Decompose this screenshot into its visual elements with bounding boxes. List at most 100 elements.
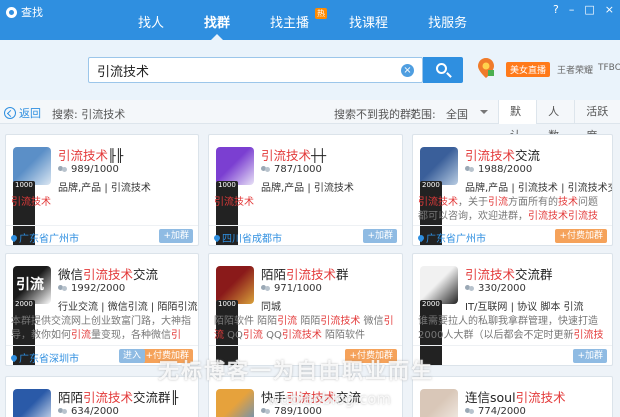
clear-icon[interactable]: × — [401, 64, 414, 77]
search-box: × — [88, 57, 423, 83]
member-count-text: 971/1000 — [274, 283, 322, 294]
back-button[interactable]: 返回 — [4, 105, 41, 121]
join-button[interactable]: +加群 — [573, 349, 607, 363]
watermark: 无标博客一为自由职业而生 — [158, 359, 434, 383]
tab-find-course[interactable]: 找课程 — [329, 14, 408, 40]
group-title[interactable]: 引流技术┼┼ — [261, 145, 326, 164]
group-card[interactable]: 2000 引流技术交流群 330/2000 IT/互联网 | 协议 脚本 引流 谁需要拉… — [412, 253, 613, 366]
group-card[interactable]: 2000 引流技术交流 1988/2000 品牌,产品 | 引流技术 | 引流技术交.… — [412, 134, 613, 246]
group-title[interactable]: 连信soul引流技术 — [465, 387, 566, 406]
minimize-icon[interactable]: – — [569, 3, 575, 16]
promo-link-1[interactable]: 王者荣耀 — [557, 63, 593, 76]
promo-link-2[interactable]: TFBOYS — [598, 63, 620, 73]
member-count-text: 1988/2000 — [478, 164, 533, 175]
group-title[interactable]: 陌陌引流技术交流群╟ — [58, 387, 178, 406]
pay-join-button[interactable]: +付费加群 — [555, 229, 607, 243]
member-count-text: 1992/2000 — [71, 283, 126, 294]
range-select[interactable]: 全国 — [446, 106, 468, 122]
title-suffix: 群 — [336, 267, 349, 282]
title-keyword: 引流技术 — [465, 148, 516, 163]
people-icon — [465, 407, 475, 416]
group-avatar[interactable] — [216, 389, 254, 417]
desc-fragment: 引流技术 — [418, 197, 458, 208]
title-keyword: 引流技术 — [515, 390, 566, 405]
group-avatar[interactable] — [420, 389, 458, 417]
tab-find-anchor[interactable]: 找主播热 — [250, 8, 329, 40]
desc-fragment: 引流技术 — [11, 197, 51, 208]
group-avatar[interactable] — [216, 147, 254, 185]
group-tags: 行业交流 | 微信引流 | 陌陌引流 | 引... — [58, 302, 198, 313]
people-icon — [261, 407, 271, 416]
title-prefix: 陌陌 — [261, 267, 287, 282]
group-avatar[interactable] — [420, 147, 458, 185]
people-icon — [261, 165, 271, 174]
map-pin-icon[interactable] — [477, 57, 495, 79]
group-card[interactable]: 连信soul引流技术 774/2000 — [412, 376, 613, 417]
group-avatar[interactable]: 引流 — [13, 266, 51, 304]
back-arrow-icon — [4, 107, 16, 119]
location-pin-icon — [9, 353, 19, 362]
tab-find-people[interactable]: 找人 — [118, 14, 184, 40]
main-nav: 找人 找群 找主播热 找课程 找服务 — [118, 8, 487, 40]
title-keyword: 引流技术 — [58, 148, 109, 163]
join-button[interactable]: +加群 — [363, 229, 397, 243]
tab-find-group[interactable]: 找群 — [184, 14, 250, 40]
location-text: 广东省深圳市 — [19, 354, 79, 365]
member-count-text: 774/2000 — [478, 406, 526, 417]
sort-activity[interactable]: 活跃度 — [574, 100, 620, 142]
group-title[interactable]: 引流技术╟╟ — [58, 145, 123, 164]
desc-fragment: 陌陌 — [297, 316, 321, 327]
member-count: 774/2000 — [465, 406, 526, 417]
title-keyword: 引流技术 — [286, 267, 337, 282]
app-title: 查找 — [6, 4, 43, 20]
group-title[interactable]: 微信引流技术交流 — [58, 264, 158, 283]
desc-fragment: 方面所有的 — [508, 197, 558, 208]
title-suffix: 交流 — [515, 148, 541, 163]
group-avatar[interactable] — [216, 266, 254, 304]
group-title[interactable]: 引流技术交流 — [465, 145, 540, 164]
help-icon[interactable]: ? — [553, 3, 559, 16]
close-icon[interactable]: × — [605, 3, 614, 16]
promo-badge[interactable]: 美女直播 — [506, 62, 551, 77]
group-card[interactable]: 1000 引流技术╟╟ 989/1000 品牌,产品 | 引流技术 引流技术 广东省广州市… — [5, 134, 199, 246]
sort-default[interactable]: 默认 — [498, 100, 537, 142]
watermark-url: wubiaoblog.com — [268, 390, 392, 408]
maximize-icon[interactable]: □ — [584, 3, 594, 16]
avatar-text: 引流 — [16, 277, 44, 293]
people-icon — [58, 284, 68, 293]
join-button[interactable]: +加群 — [159, 229, 193, 243]
group-card[interactable]: 引流 2000 微信引流技术交流 1992/2000 行业交流 | 微信引流 | 陌陌引… — [5, 253, 199, 366]
sort-members[interactable]: 人数 — [536, 100, 574, 142]
tab-find-service[interactable]: 找服务 — [408, 14, 487, 40]
tab-label: 找主播 — [270, 16, 310, 31]
title-prefix: 微信 — [58, 267, 84, 282]
desc-fragment: QQ — [262, 330, 282, 341]
chevron-down-icon[interactable] — [480, 110, 488, 114]
member-count-text: 989/1000 — [71, 164, 119, 175]
member-count: 989/1000 — [58, 164, 119, 175]
group-tags: 品牌,产品 | 引流技术 — [261, 183, 354, 194]
top-bar: 查找 找人 找群 找主播热 找课程 找服务 ? – □ × — [0, 0, 620, 40]
not-found-link[interactable]: 搜索不到我的群? — [334, 106, 417, 122]
enter-button[interactable]: 进入 — [118, 349, 145, 363]
tab-label: 找人 — [138, 16, 165, 31]
group-card[interactable]: 1000 引流技术┼┼ 787/1000 品牌,产品 | 引流技术 引流技术 四川省成都市… — [208, 134, 403, 246]
people-icon — [261, 284, 271, 293]
group-tags: 品牌,产品 | 引流技术 | 引流技术交... — [465, 183, 613, 194]
search-button[interactable] — [423, 57, 463, 83]
desc-fragment: 陌陌软件 陌陌 — [214, 316, 278, 327]
group-location: 广东省广州市 — [9, 230, 79, 245]
group-avatar[interactable] — [13, 147, 51, 185]
search-icon — [436, 63, 447, 74]
sort-tabs: 默认 人数 活跃度 — [498, 100, 620, 142]
group-avatar[interactable] — [420, 266, 458, 304]
tab-label: 找课程 — [349, 16, 389, 31]
app-title-text: 查找 — [21, 6, 43, 19]
group-card[interactable]: 1000 陌陌引流技术群 971/1000 同城 陌陌软件 陌陌引流 陌陌引流技术 微信… — [208, 253, 403, 366]
member-count: 971/1000 — [261, 283, 322, 294]
group-title[interactable]: 引流技术交流群 — [465, 264, 553, 283]
group-avatar[interactable] — [13, 389, 51, 417]
search-input[interactable] — [89, 58, 389, 82]
member-count: 634/2000 — [58, 406, 119, 417]
group-title[interactable]: 陌陌引流技术群 — [261, 264, 349, 283]
